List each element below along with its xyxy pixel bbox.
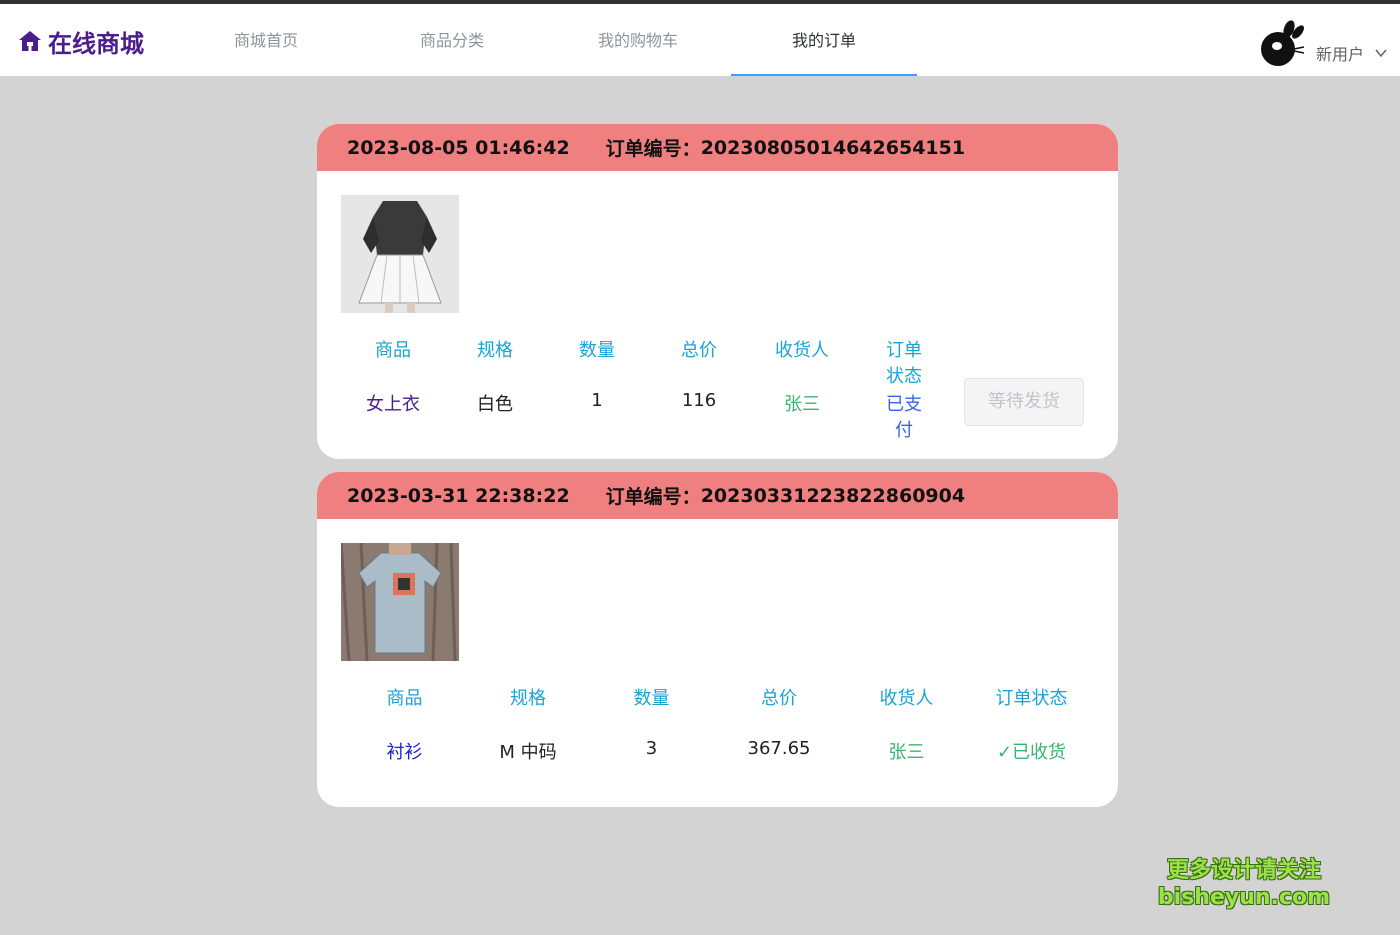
product-image-blouse (341, 195, 459, 313)
order-total: 367.65 (747, 738, 811, 759)
order-status: ✓已收货 (996, 742, 1067, 763)
product-image-shirt (341, 543, 459, 661)
watermark-line-2: bisheyun.com (1157, 885, 1330, 910)
order-header: 2023-08-05 01:46:42 订单编号： 20230805014642… (317, 124, 1118, 171)
site-watermark: 更多设计请关注 bisheyun.com (1158, 857, 1330, 911)
nav-cart[interactable]: 我的购物车 (545, 4, 731, 76)
product-spec: M 中码 (499, 742, 557, 763)
product-quantity: 3 (645, 738, 658, 759)
col-status: 订单状态 (886, 340, 922, 387)
column-headers: 商品 规格 数量 总价 收货人 订单状态 (317, 684, 1069, 710)
nav-my-orders[interactable]: 我的订单 (731, 4, 917, 76)
awaiting-shipment-button[interactable]: 等待发货 (964, 378, 1084, 426)
order-number: 20230805014642654151 (700, 136, 966, 159)
order-card: 2023-08-05 01:46:42 订单编号： 20230805014642… (317, 124, 1118, 459)
product-name[interactable]: 女上衣 (317, 390, 469, 442)
col-total: 总价 (761, 688, 797, 709)
nav-categories[interactable]: 商品分类 (359, 4, 545, 76)
col-product: 商品 (386, 688, 423, 709)
col-quantity: 数量 (633, 688, 670, 709)
receiver-name: 张三 (784, 394, 820, 415)
order-id-label: 订单编号： (605, 138, 701, 160)
user-menu[interactable]: 新用户 (1258, 18, 1388, 68)
avatar[interactable] (1258, 19, 1306, 67)
order-total: 116 (681, 390, 717, 411)
product-name[interactable]: 衬衫 (317, 738, 492, 764)
top-header: 在线商城 商城首页 商品分类 我的购物车 我的订单 新用户 (0, 4, 1400, 76)
col-status: 订单状态 (995, 688, 1068, 709)
order-row: 女上衣 白色 1 116 张三 已支付 (317, 390, 929, 442)
product-image[interactable] (341, 543, 459, 661)
home-icon (19, 31, 41, 51)
order-row: 衬衫 M 中码 3 367.65 张三 ✓已收货 (317, 738, 1069, 764)
col-receiver: 收货人 (879, 688, 934, 709)
order-time: 2023-03-31 22:38:22 (347, 484, 570, 507)
nav-home[interactable]: 商城首页 (173, 4, 359, 76)
col-receiver: 收货人 (775, 340, 829, 361)
col-spec: 规格 (477, 340, 513, 361)
user-name[interactable]: 新用户 (1316, 41, 1364, 65)
logo-text: 在线商城 (48, 29, 144, 58)
order-number: 20230331223822860904 (700, 484, 966, 507)
product-quantity: 1 (591, 390, 603, 411)
product-spec: 白色 (477, 394, 513, 415)
order-time: 2023-08-05 01:46:42 (347, 136, 570, 159)
chevron-down-icon[interactable] (1374, 46, 1388, 60)
col-spec: 规格 (510, 688, 546, 709)
site-logo[interactable]: 在线商城 (18, 24, 144, 58)
col-product: 商品 (375, 340, 411, 361)
receiver-name: 张三 (888, 742, 925, 763)
col-quantity: 数量 (579, 340, 615, 361)
col-total: 总价 (681, 340, 717, 361)
order-card: 2023-03-31 22:38:22 订单编号： 20230331223822… (317, 472, 1118, 807)
order-header: 2023-03-31 22:38:22 订单编号： 20230331223822… (317, 472, 1118, 519)
column-headers: 商品 规格 数量 总价 收货人 订单状态 (317, 336, 929, 388)
order-id-label: 订单编号： (605, 486, 701, 508)
main-nav: 商城首页 商品分类 我的购物车 我的订单 (173, 4, 917, 76)
order-status: 已支付 (886, 394, 922, 441)
watermark-line-1: 更多设计请关注 (1166, 858, 1321, 883)
product-image[interactable] (341, 195, 459, 313)
